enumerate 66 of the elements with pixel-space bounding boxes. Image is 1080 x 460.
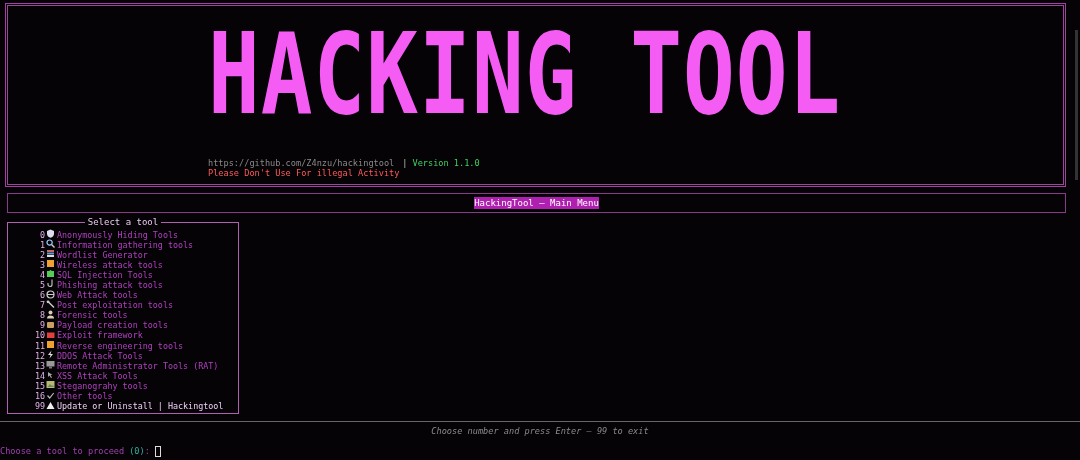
person-icon <box>46 309 55 319</box>
option-number: 4 <box>38 269 45 280</box>
prompt-colon: : <box>144 446 150 457</box>
menu-option[interactable]: Post exploitation tools <box>57 300 238 311</box>
hint-text: Choose number and press Enter — 99 to exit <box>431 425 649 438</box>
option-number: 8 <box>38 310 45 321</box>
option-number: 3 <box>38 259 45 270</box>
menu-option[interactable]: Wordlist Generator <box>57 249 238 260</box>
square-icon <box>46 259 55 269</box>
menu-option[interactable]: Phishing attack tools <box>57 279 238 290</box>
version-label: Version 1.1.0 <box>412 158 480 168</box>
menu-option[interactable]: DDOS Attack Tools <box>57 350 238 361</box>
lightning-icon <box>46 350 55 360</box>
puzzle-icon <box>46 269 55 279</box>
menu-option[interactable]: Wireless attack tools <box>57 259 238 270</box>
option-number: 10 <box>33 330 45 341</box>
menu-option[interactable]: Reverse engineering tools <box>57 340 238 351</box>
monitor-icon <box>46 360 55 370</box>
option-number: 14 <box>33 370 45 381</box>
option-number: 7 <box>38 300 45 311</box>
option-number: 99 <box>33 401 45 412</box>
option-number: 5 <box>38 279 45 290</box>
menu-option[interactable]: Forensic tools <box>57 310 238 321</box>
option-number: 9 <box>38 320 45 331</box>
square-icon <box>46 340 55 350</box>
menu-option[interactable]: Steganograhy tools <box>57 380 238 391</box>
warning-icon <box>46 400 55 410</box>
option-number: 15 <box>33 380 45 391</box>
globe-icon <box>46 289 55 299</box>
option-number: 6 <box>38 290 45 301</box>
picture-icon <box>46 380 55 390</box>
cursor-icon[interactable] <box>154 445 161 457</box>
menu-option[interactable]: Remote Administrator Tools (RAT) <box>57 360 238 371</box>
option-number: 16 <box>33 391 45 401</box>
menu-option[interactable]: Information gathering tools <box>57 239 238 250</box>
shield-icon <box>46 229 55 238</box>
menu-option[interactable]: Exploit framework <box>57 330 238 341</box>
option-number: 12 <box>33 350 45 361</box>
menu-option[interactable]: XSS Attack Tools <box>57 370 238 381</box>
menu-option[interactable]: Update or Uninstall | Hackingtool <box>57 401 238 412</box>
option-number: 13 <box>33 360 45 371</box>
separator: | <box>402 158 408 168</box>
option-number: 1 <box>38 239 45 250</box>
prompt-text: Choose a tool to proceed <box>0 446 125 457</box>
default-value: (0) <box>129 446 145 457</box>
option-number: 0 <box>38 229 45 240</box>
package-icon <box>46 319 55 329</box>
menu-option[interactable]: Web Attack tools <box>57 290 238 301</box>
wrench-icon <box>46 299 55 309</box>
menu-title: HackingTool — Main Menu <box>474 197 599 209</box>
menu-option[interactable]: SQL Injection Tools <box>57 269 238 280</box>
option-number: 2 <box>38 249 45 260</box>
pointer-icon <box>46 370 55 380</box>
check-icon <box>46 390 55 400</box>
repository-link[interactable]: https://github.com/Z4nzu/hackingtool <box>208 158 395 168</box>
hook-icon <box>46 279 55 289</box>
warning-text: Please Don't Use For illegal Activity <box>208 168 400 178</box>
option-number: 11 <box>33 340 45 351</box>
menu-option[interactable]: Payload creation tools <box>57 320 238 331</box>
menu-option[interactable]: Other tools <box>57 391 238 401</box>
scrollbar[interactable] <box>1075 30 1078 180</box>
list-title: Select a tool <box>84 217 162 228</box>
books-icon <box>46 249 55 259</box>
magnifier-icon <box>46 239 55 249</box>
menu-option[interactable]: Anonymously Hiding Tools <box>57 229 238 240</box>
app-title: HACKING TOOL <box>208 18 842 130</box>
